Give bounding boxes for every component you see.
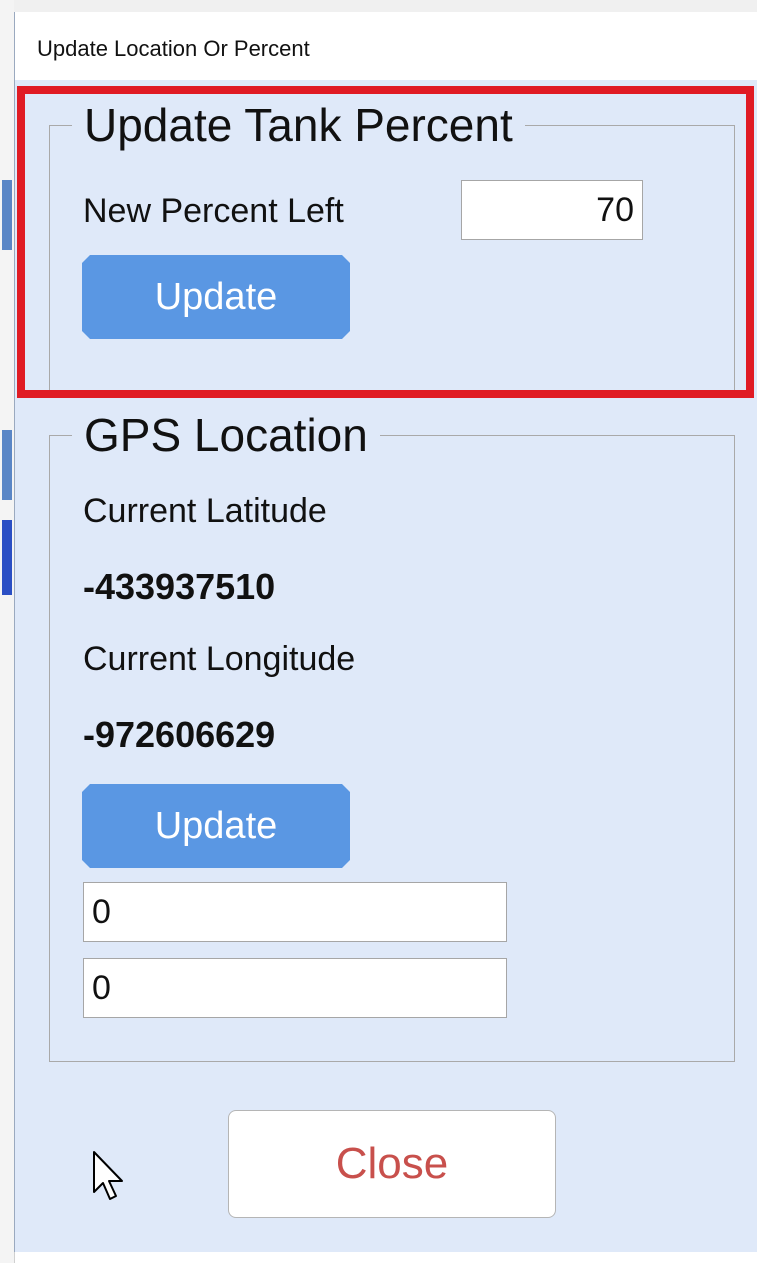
gps-location-legend: GPS Location	[84, 409, 368, 461]
dialog-titlebar[interactable]: Update Location Or Percent	[15, 12, 757, 80]
gps-input-2[interactable]	[83, 958, 507, 1018]
close-button[interactable]: Close	[228, 1110, 556, 1218]
longitude-value: -972606629	[83, 714, 276, 755]
close-button-label: Close	[335, 1139, 449, 1188]
update-gps-button-label: Update	[154, 804, 278, 847]
tank-percent-group: Update Tank Percent	[49, 102, 735, 392]
percent-input[interactable]	[461, 180, 643, 240]
update-percent-button-label: Update	[154, 275, 278, 318]
gps-input-1[interactable]	[83, 882, 507, 942]
background-app-edge	[0, 0, 15, 1263]
current-longitude-label: Current Longitude	[83, 640, 356, 678]
update-gps-button[interactable]: Update	[82, 784, 350, 868]
current-latitude-label: Current Latitude	[83, 492, 327, 530]
dialog-title: Update Location Or Percent	[37, 36, 310, 61]
background-app-mark	[2, 430, 12, 500]
tank-percent-legend: Update Tank Percent	[84, 99, 513, 151]
new-percent-label: New Percent Left	[83, 192, 344, 230]
update-dialog: Update Location Or Percent Update Tank P…	[14, 12, 757, 1252]
background-app-mark	[2, 520, 12, 595]
mouse-pointer-icon	[93, 1151, 123, 1200]
update-percent-button[interactable]: Update	[82, 255, 350, 339]
latitude-value: -433937510	[83, 566, 276, 607]
background-app-mark	[2, 180, 12, 250]
